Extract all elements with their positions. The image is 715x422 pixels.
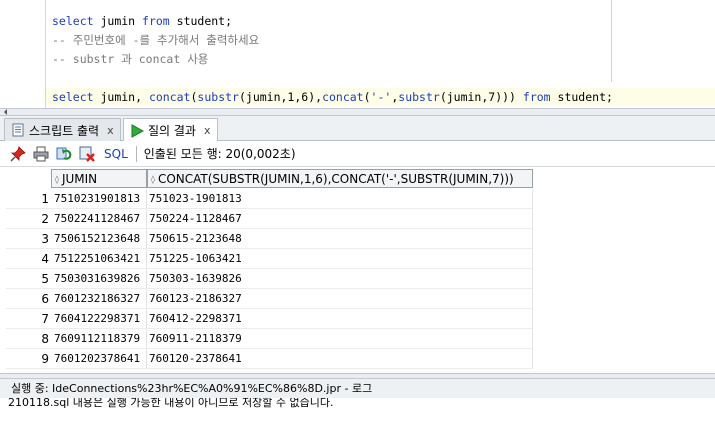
tab-query-result[interactable]: 질의 결과 x (123, 118, 218, 142)
cell-concat[interactable]: 760412-2298371 (147, 309, 533, 329)
print-button[interactable] (31, 144, 51, 164)
tab-script-output[interactable]: 스크립트 출력 x (4, 118, 121, 141)
table-row[interactable]: 5 7503031639826 750303-1639826 (6, 269, 715, 289)
code-token: select (52, 14, 94, 28)
pin-button[interactable] (8, 144, 28, 164)
status-bar: 실행 중: IdeConnections%23hr%EC%A0%91%EC%86… (0, 378, 715, 398)
code-line-current[interactable]: select jumin, concat(substr(jumin,1,6),c… (46, 88, 715, 106)
column-header-jumin[interactable]: ◊ JUMIN (51, 169, 147, 188)
code-token: ( (363, 90, 371, 104)
row-number[interactable]: 4 (6, 249, 49, 269)
run-result-icon (131, 123, 144, 138)
table-row[interactable]: 7 7604122298371 760412-2298371 (6, 309, 715, 329)
cell-concat[interactable]: 750303-1639826 (147, 269, 533, 289)
grid-header: ◊ JUMIN ◊ CONCAT(SUBSTR(JUMIN,1,6),CONCAT(… (6, 167, 715, 189)
sql-developer-window: select jumin from student; -- 주민번호에 -를 추… (0, 0, 715, 422)
row-number[interactable]: 2 (6, 209, 49, 229)
cell-jumin[interactable]: 7502241128467 (52, 209, 147, 229)
scroll-left-icon[interactable] (3, 109, 9, 115)
cell-jumin[interactable]: 7503031639826 (52, 269, 147, 289)
code-token: (jumin,1,6), (238, 90, 323, 104)
cell-concat[interactable]: 760911-2118379 (147, 329, 533, 349)
code-token: substr (197, 90, 239, 104)
code-line-2[interactable]: -- 주민번호에 -를 추가해서 출력하세요 (52, 31, 259, 49)
editor-print-margin (611, 0, 612, 82)
result-toolbar: SQL 인출된 모든 행: 20(0,002초) (0, 141, 715, 167)
code-token: select (52, 90, 94, 104)
cell-concat[interactable]: 750224-1128467 (147, 209, 533, 229)
log-panel: 210118.sql 내용은 실행 가능한 내용이 아니므로 저장할 수 없습니… (0, 398, 715, 422)
print-icon (33, 146, 49, 161)
row-number[interactable]: 9 (6, 349, 49, 369)
query-result-grid[interactable]: ◊ JUMIN ◊ CONCAT(SUBSTR(JUMIN,1,6),CONCAT(… (6, 167, 715, 373)
column-header-concat[interactable]: ◊ CONCAT(SUBSTR(JUMIN,1,6),CONCAT('-',SUB… (147, 169, 533, 188)
code-token: student; (169, 14, 233, 28)
code-token: -- 주민번호에 -를 추가해서 출력하세요 (52, 33, 260, 47)
table-row[interactable]: 4 7512251063421 751225-1063421 (6, 249, 715, 269)
fetch-status-text: 인출된 모든 행: 20(0,002초) (143, 147, 296, 161)
tab-script-output-close-icon[interactable]: x (107, 124, 114, 137)
sql-button[interactable]: SQL (104, 147, 128, 161)
refresh-button[interactable] (54, 144, 74, 164)
cell-jumin[interactable]: 7506152123648 (52, 229, 147, 249)
cell-concat[interactable]: 750615-2123648 (147, 229, 533, 249)
tab-query-result-label: 질의 결과 (148, 124, 196, 138)
cancel-button[interactable] (77, 144, 97, 164)
table-row[interactable]: 6 7601232186327 760123-2186327 (6, 289, 715, 309)
log-message: 210118.sql 내용은 실행 가능한 내용이 아니므로 저장할 수 없습니… (8, 398, 334, 409)
code-token: from (142, 14, 170, 28)
code-line-3[interactable]: -- substr 과 concat 사용 (52, 50, 208, 68)
cell-jumin[interactable]: 7601202378641 (52, 349, 147, 369)
code-token: concat (322, 90, 364, 104)
row-number[interactable]: 1 (6, 189, 49, 209)
tab-script-output-label: 스크립트 출력 (29, 123, 100, 138)
editor-gutter (0, 0, 38, 108)
tab-query-result-close-icon[interactable]: x (204, 124, 211, 137)
row-number[interactable]: 5 (6, 269, 49, 289)
table-row[interactable]: 3 7506152123648 750615-2123648 (6, 229, 715, 249)
script-output-icon (12, 123, 24, 137)
code-line-1[interactable]: select jumin from student; (52, 12, 232, 30)
code-token: student; (550, 90, 613, 104)
output-tab-bar: 스크립트 출력 x 질의 결과 x (0, 116, 715, 142)
table-row[interactable]: 2 7502241128467 750224-1128467 (6, 209, 715, 229)
pin-icon (10, 145, 26, 162)
cell-jumin[interactable]: 7604122298371 (52, 309, 147, 329)
editor-horizontal-scrollbar[interactable] (0, 108, 715, 116)
code-token: concat (148, 90, 191, 104)
code-token: -- substr 과 concat 사용 (52, 52, 209, 66)
row-number[interactable]: 7 (6, 309, 49, 329)
toolbar-separator (135, 145, 137, 162)
column-sort-icon: ◊ (55, 175, 59, 184)
code-token: jumin (93, 14, 143, 28)
cell-jumin[interactable]: 7609112118379 (52, 329, 147, 349)
code-token: from (522, 90, 551, 104)
cell-concat[interactable]: 751023-1901813 (147, 189, 533, 209)
column-sort-icon: ◊ (151, 175, 155, 184)
row-number[interactable]: 3 (6, 229, 49, 249)
row-divider (6, 368, 533, 369)
table-row[interactable]: 9 7601202378641 760120-2378641 (6, 349, 715, 369)
code-token: jumin, (93, 90, 149, 104)
code-token: '-' (370, 90, 392, 104)
cell-jumin[interactable]: 7601232186327 (52, 289, 147, 309)
cell-concat[interactable]: 760120-2378641 (147, 349, 533, 369)
cell-concat[interactable]: 751225-1063421 (147, 249, 533, 269)
cell-jumin[interactable]: 7512251063421 (52, 249, 147, 269)
row-number[interactable]: 6 (6, 289, 49, 309)
code-token: (jumin,7))) (439, 90, 523, 104)
row-number[interactable]: 8 (6, 329, 49, 349)
cell-jumin[interactable]: 7510231901813 (52, 189, 147, 209)
code-token: substr (398, 90, 440, 104)
cancel-icon (79, 146, 95, 162)
table-row[interactable]: 1 7510231901813 751023-1901813 (6, 189, 715, 209)
cell-concat[interactable]: 760123-2186327 (147, 289, 533, 309)
sql-worksheet-editor[interactable]: select jumin from student; -- 주민번호에 -를 추… (0, 0, 715, 108)
refresh-icon (56, 147, 72, 160)
table-row[interactable]: 8 7609112118379 760911-2118379 (6, 329, 715, 349)
